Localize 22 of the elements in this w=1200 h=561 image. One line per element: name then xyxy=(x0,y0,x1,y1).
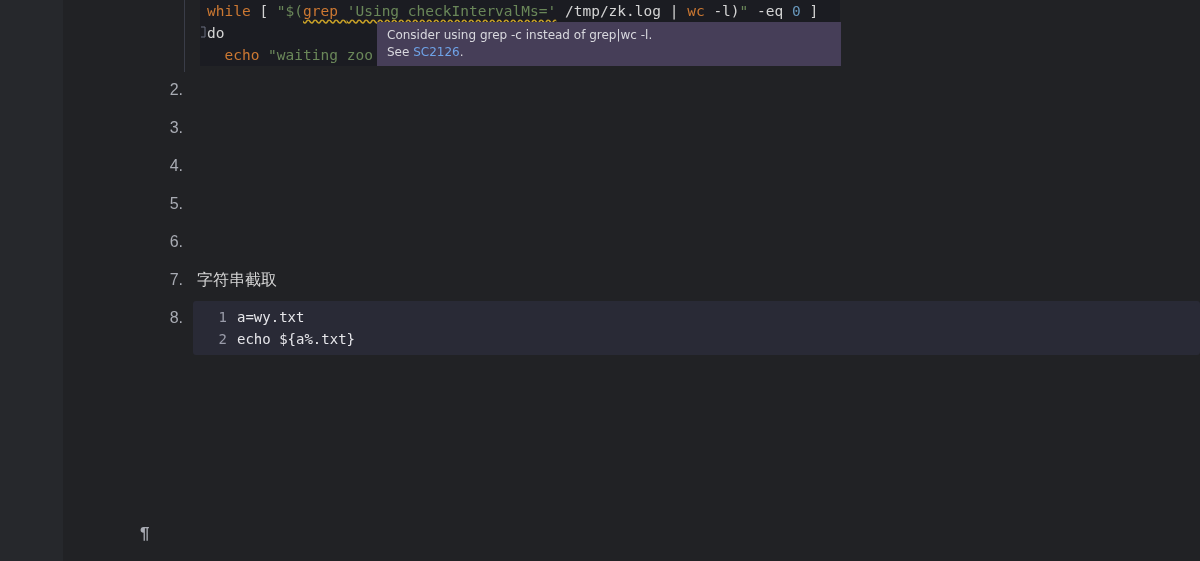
code-line: a=wy.txt xyxy=(237,308,305,327)
list-number: 7. xyxy=(168,270,184,290)
warning-underline: 'Using checkIntervalMs=' xyxy=(346,3,557,19)
fold-icon[interactable] xyxy=(200,26,206,38)
list-number: 2. xyxy=(168,80,184,100)
rule-link[interactable]: SC2126 xyxy=(413,45,460,59)
list-number: 8. xyxy=(168,308,184,328)
code-line: while [ "$(grep 'Using checkIntervalMs=' /tmp/zk.log | wc -l)" -eq 0 ] xyxy=(207,2,819,22)
code-line: echo ${a%.txt} xyxy=(237,330,355,349)
list-number: 3. xyxy=(168,118,184,138)
pilcrow-icon[interactable]: ¶ xyxy=(140,524,150,544)
list-text: 字符串截取 xyxy=(196,270,277,290)
list-number: 4. xyxy=(168,156,184,176)
tooltip-message: Consider using grep -c instead of grep|wc -l. xyxy=(387,27,654,44)
list-number: 6. xyxy=(168,232,184,252)
line-number: 1 xyxy=(217,308,228,327)
code-line: echo "waiting zoo xyxy=(223,46,373,65)
code-line: do xyxy=(207,22,225,44)
tooltip-reference: See SC2126. xyxy=(387,44,465,61)
warning-underline: grep xyxy=(303,3,339,19)
line-number: 2 xyxy=(217,330,228,349)
list-number: 5. xyxy=(168,194,184,214)
